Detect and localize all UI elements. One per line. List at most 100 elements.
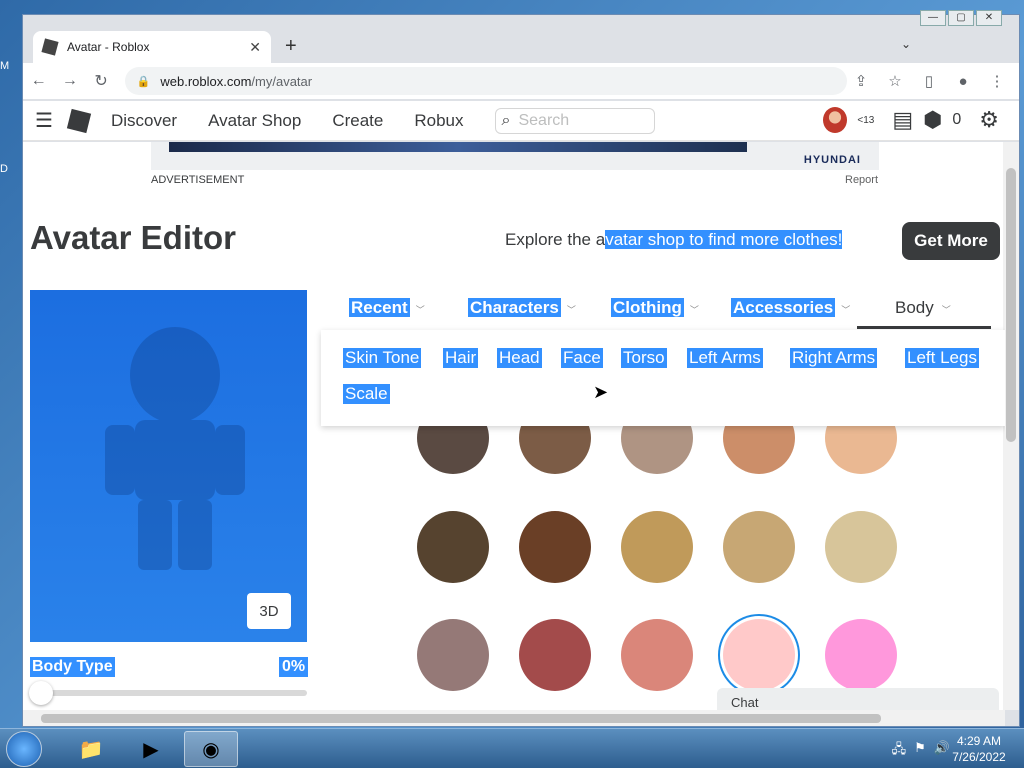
scrollbar-thumb[interactable] <box>1006 168 1016 442</box>
submenu-skin-tone[interactable]: Skin Tone <box>343 348 422 368</box>
search-icon: ⌕ <box>501 111 511 129</box>
reload-icon[interactable]: ↻ <box>85 71 116 91</box>
body-submenu: Skin Tone Hair Head Face Torso Left Arms… <box>321 330 1005 426</box>
roblox-logo-icon[interactable] <box>66 108 92 133</box>
tab-clothing[interactable]: Clothing ﹀ <box>611 298 699 318</box>
nav-link-discover[interactable]: Discover <box>111 111 177 131</box>
browser-window: Avatar - Roblox ✕ + ⌄ ← → ↻ 🔒 web.roblox… <box>22 14 1020 727</box>
submenu-hair[interactable]: Hair <box>443 348 479 368</box>
skin-tone-swatch[interactable] <box>519 511 591 583</box>
navbar-right: <13 ▤ ⬢ 0 ⚙ <box>823 107 999 133</box>
settings-gear-icon[interactable]: ⚙ <box>979 107 999 133</box>
action-center-flag-icon[interactable]: ⚑ <box>914 740 926 762</box>
browser-menu-icon[interactable]: ⋮ <box>983 72 1011 90</box>
share-icon[interactable]: ⇪ <box>847 72 875 90</box>
vertical-scrollbar[interactable] <box>1003 142 1019 710</box>
robux-count: 0 <box>952 111 962 128</box>
close-window-button[interactable]: ✕ <box>976 10 1002 26</box>
nav-link-create[interactable]: Create <box>332 111 383 131</box>
body-type-value: 0% <box>279 657 309 677</box>
bookmark-star-icon[interactable]: ☆ <box>881 72 909 90</box>
new-tab-button[interactable]: + <box>285 35 297 58</box>
tab-close-icon[interactable]: ✕ <box>249 39 261 56</box>
nav-link-robux[interactable]: Robux <box>414 111 463 131</box>
chevron-down-icon: ﹀ <box>689 305 699 315</box>
ad-report-link[interactable]: Report <box>845 174 878 186</box>
system-clock[interactable]: 4:29 AM 7/26/2022 <box>944 733 1014 765</box>
skin-tone-swatch[interactable] <box>825 619 897 691</box>
toggle-3d-button[interactable]: 3D <box>247 593 291 629</box>
skin-tone-swatch[interactable] <box>621 511 693 583</box>
start-button[interactable] <box>6 731 42 767</box>
nav-link-avatar-shop[interactable]: Avatar Shop <box>208 111 301 131</box>
roblox-navbar: ☰ Discover Avatar Shop Create Robux ⌕ Se… <box>23 101 1019 141</box>
skin-tone-swatch[interactable] <box>723 511 795 583</box>
horizontal-scrollbar[interactable] <box>23 710 1005 726</box>
active-tab-underline <box>857 326 991 329</box>
avatar-preview[interactable]: 3D <box>30 290 307 642</box>
catalog-list-icon[interactable]: ▤ <box>892 107 913 133</box>
robux-icon[interactable]: ⬢ <box>923 107 942 133</box>
browser-toolbar: ← → ↻ 🔒 web.roblox.com /my/avatar ⇪ ☆ ▯ … <box>23 63 1019 99</box>
side-panel-icon[interactable]: ▯ <box>915 72 943 90</box>
file-explorer-icon[interactable]: 📁 <box>64 731 118 767</box>
get-more-button[interactable]: Get More <box>902 222 1000 260</box>
mouse-cursor-icon: ➤ <box>593 382 609 402</box>
clock-time: 4:29 AM <box>956 734 1002 748</box>
desktop-text-fragment: D <box>0 163 8 175</box>
skin-tone-swatch[interactable] <box>417 619 489 691</box>
minimize-button[interactable]: — <box>920 10 946 26</box>
taskbar: 📁 ▶ ◉ 🖧 ⚑ 🔊 4:29 AM 7/26/2022 <box>0 728 1024 768</box>
tab-search-chevron-icon[interactable]: ⌄ <box>901 37 911 51</box>
tab-strip: Avatar - Roblox ✕ + ⌄ <box>23 15 1019 63</box>
chevron-down-icon: ﹀ <box>415 305 425 315</box>
age-badge: <13 <box>857 114 875 126</box>
address-bar[interactable]: 🔒 web.roblox.com /my/avatar <box>124 67 848 95</box>
chat-bar[interactable]: Chat <box>717 688 999 710</box>
system-tray: 🖧 ⚑ 🔊 <box>892 740 950 762</box>
skin-tone-swatch[interactable] <box>519 619 591 691</box>
skin-tone-swatch[interactable] <box>825 511 897 583</box>
maximize-button[interactable]: ▢ <box>948 10 974 26</box>
media-player-icon[interactable]: ▶ <box>124 731 178 767</box>
skin-tone-swatch[interactable] <box>417 511 489 583</box>
network-icon[interactable]: 🖧 <box>892 740 907 762</box>
submenu-right-arms[interactable]: Right Arms <box>790 348 878 368</box>
advertisement-banner[interactable]: HYUNDAI <box>151 142 879 170</box>
url-host: web.roblox.com <box>160 73 252 89</box>
chevron-down-icon: ﹀ <box>941 305 951 315</box>
explore-text: Explore the a <box>505 230 606 249</box>
hamburger-menu-icon[interactable]: ☰ <box>35 108 53 133</box>
body-type-slider[interactable] <box>29 681 307 705</box>
tab-recent[interactable]: Recent ﹀ <box>349 298 425 318</box>
submenu-left-arms[interactable]: Left Arms <box>687 348 763 368</box>
tab-body[interactable]: Body ﹀ <box>893 298 951 318</box>
body-type-label: Body Type <box>30 657 115 677</box>
page-title: Avatar Editor <box>30 219 236 256</box>
tab-accessories[interactable]: Accessories ﹀ <box>731 298 850 318</box>
chevron-down-icon: ﹀ <box>566 305 576 315</box>
submenu-torso[interactable]: Torso <box>621 348 667 368</box>
browser-tab[interactable]: Avatar - Roblox ✕ <box>33 31 271 63</box>
back-icon[interactable]: ← <box>23 72 54 90</box>
tab-title: Avatar - Roblox <box>67 40 150 54</box>
submenu-face[interactable]: Face <box>561 348 603 368</box>
skin-tone-swatch[interactable] <box>723 619 795 691</box>
tab-characters[interactable]: Characters ﹀ <box>468 298 576 318</box>
user-avatar[interactable] <box>823 107 848 133</box>
profile-icon[interactable]: ● <box>949 73 977 90</box>
window-caption-buttons: — ▢ ✕ <box>920 10 1002 26</box>
body-type-slider-handle[interactable] <box>29 681 53 705</box>
submenu-head[interactable]: Head <box>497 348 542 368</box>
avatar-figure <box>105 327 245 570</box>
scrollbar-thumb[interactable] <box>41 714 881 723</box>
clock-date: 7/26/2022 <box>952 750 1006 764</box>
forward-icon[interactable]: → <box>54 72 85 90</box>
submenu-scale[interactable]: Scale <box>343 384 390 404</box>
roblox-favicon-icon <box>41 38 59 56</box>
skin-tone-swatch[interactable] <box>621 619 693 691</box>
search-input[interactable]: ⌕ Search <box>494 107 655 134</box>
page-content: HYUNDAI ADVERTISEMENT Report Avatar Edit… <box>23 142 1005 710</box>
chrome-icon[interactable]: ◉ <box>184 731 238 767</box>
submenu-left-legs[interactable]: Left Legs <box>905 348 979 368</box>
